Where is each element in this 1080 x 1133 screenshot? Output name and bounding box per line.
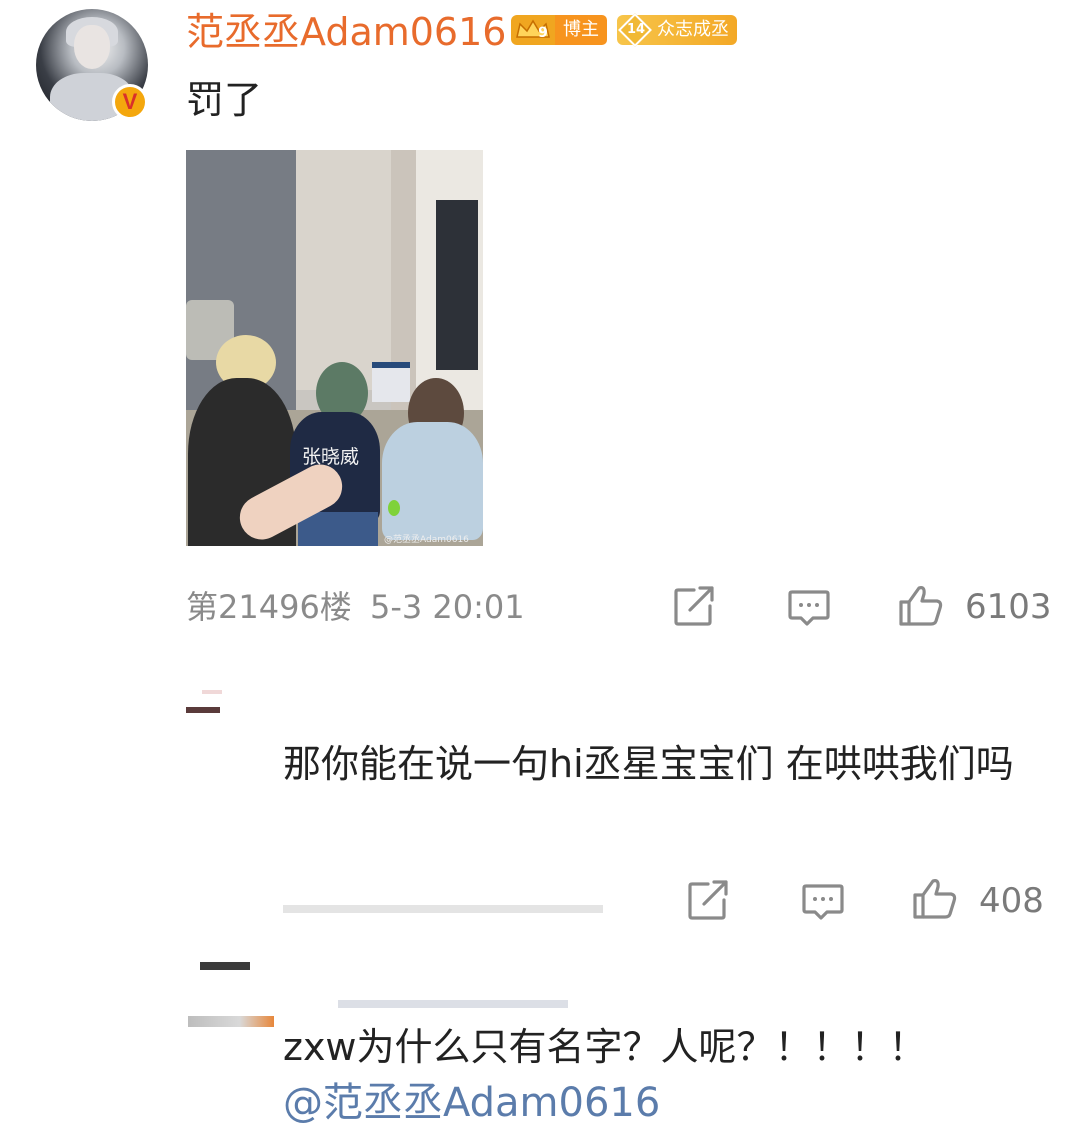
thumbs-up-icon[interactable] xyxy=(897,584,945,628)
obscured-username xyxy=(338,1000,568,1008)
reply-1-text: 那你能在说一句hi丞星宝宝们 在哄哄我们吗 xyxy=(283,742,1014,786)
photo-watermark: @范丞丞Adam0616 xyxy=(384,535,469,545)
reply-2-text: zxw为什么只有名字？人呢？！！！！ xyxy=(283,1025,927,1069)
post-username[interactable]: 范丞丞Adam0616 xyxy=(186,10,506,54)
obscured-avatar xyxy=(186,707,220,713)
role-badge-label: 博主 xyxy=(555,15,607,45)
reply-1-like-count: 408 xyxy=(979,881,1044,921)
post-text: 罚了 xyxy=(186,78,263,122)
post-time: 5-3 20:01 xyxy=(369,588,525,626)
obscured-reply-meta xyxy=(283,905,603,913)
fan-level-icon: 14 xyxy=(621,15,651,45)
crown-icon: 9 xyxy=(511,15,555,45)
post-meta: 第21496楼 5-3 20:01 xyxy=(186,587,525,627)
fan-badge[interactable]: 14 众志成丞 xyxy=(617,15,737,45)
reply-2-mention[interactable]: @范丞丞Adam0616 xyxy=(283,1076,660,1130)
share-icon[interactable] xyxy=(672,586,716,628)
obscured-avatar-edge xyxy=(202,690,222,694)
role-badge[interactable]: 9 博主 xyxy=(511,15,607,45)
comment-icon[interactable] xyxy=(801,882,845,924)
verified-badge: V xyxy=(112,84,148,120)
post-photo[interactable]: 张晓威 @范丞丞Adam0616 xyxy=(186,150,483,546)
fan-badge-label: 众志成丞 xyxy=(657,19,729,40)
photo-caption: 张晓威 xyxy=(302,446,360,468)
post-like-count: 6103 xyxy=(965,587,1052,627)
thumbs-up-icon[interactable] xyxy=(911,877,959,921)
share-icon[interactable] xyxy=(686,880,730,922)
floor-number: 第21496楼 xyxy=(186,588,352,626)
comment-icon[interactable] xyxy=(787,588,831,630)
obscured-badge xyxy=(188,1016,274,1027)
obscured-avatar xyxy=(200,962,250,970)
